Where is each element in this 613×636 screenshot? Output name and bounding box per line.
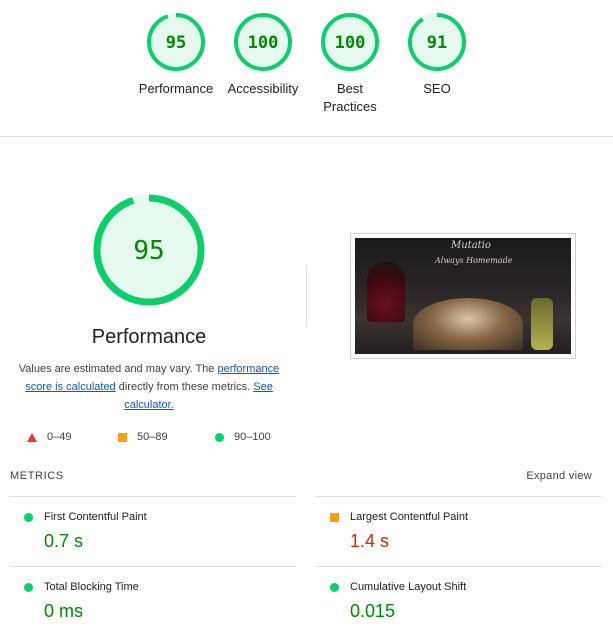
expand-view-button[interactable]: Expand view <box>526 470 592 482</box>
gauge-ring: 95 <box>147 13 205 71</box>
metric-fcp: First Contentful Paint 0.7 s <box>10 496 296 566</box>
circle-icon <box>215 432 224 442</box>
gauge-ring: 100 <box>234 13 292 71</box>
metrics-header: METRICS <box>10 470 64 482</box>
metric-cls: Cumulative Layout Shift 0.015 <box>316 566 602 636</box>
circle-icon <box>24 513 33 522</box>
screenshot-image: Mutatio Always Homemade <box>355 238 571 354</box>
score-summary: 95 Performance 100 Accessibility 100 Bes… <box>0 0 613 137</box>
triangle-icon <box>27 432 37 442</box>
page-screenshot[interactable]: Mutatio Always Homemade <box>350 233 576 359</box>
metric-value: 0.015 <box>350 601 396 621</box>
bottle-shape <box>531 298 553 350</box>
gauge-ring: 100 <box>321 13 379 71</box>
legend-range: 90–100 <box>234 431 271 443</box>
performance-gauge: 95 <box>93 194 205 306</box>
metric-value: 0 ms <box>44 601 84 621</box>
gauge-label: Performance <box>138 81 214 96</box>
gauge-score: 100 <box>335 33 366 53</box>
gauge-score: 100 <box>248 33 279 53</box>
metric-lcp: Largest Contentful Paint 1.4 s <box>316 496 602 566</box>
performance-score: 95 <box>133 236 164 266</box>
square-icon <box>330 513 339 522</box>
dish-shape <box>413 298 523 350</box>
legend-range: 0–49 <box>47 431 72 443</box>
metric-value: 0.7 s <box>44 531 84 551</box>
gauge-score: 91 <box>427 33 447 53</box>
legend-pass: 90–100 <box>215 431 271 443</box>
gauge-seo[interactable]: 91 SEO <box>392 12 482 98</box>
note-text: Values are estimated and may vary. The <box>18 363 218 375</box>
metric-name: First Contentful Paint <box>44 511 147 523</box>
score-note: Values are estimated and may vary. The p… <box>16 360 282 414</box>
wine-glass-shape <box>367 262 405 322</box>
gauge-score: 95 <box>166 33 186 53</box>
note-text: directly from these metrics. <box>115 381 254 393</box>
circle-icon <box>24 583 33 592</box>
performance-title: Performance <box>91 326 207 348</box>
gauge-label: Best Practices <box>323 81 377 114</box>
score-legend: 0–49 50–89 90–100 <box>0 431 298 445</box>
square-icon <box>118 432 127 442</box>
gauge-best-practices[interactable]: 100 Best Practices <box>305 12 395 116</box>
metric-name: Cumulative Layout Shift <box>350 581 467 593</box>
circle-icon <box>330 583 339 592</box>
gauge-label: Accessibility <box>227 81 299 96</box>
gauge-label: SEO <box>423 81 451 96</box>
screenshot-tagline: Always Homemade <box>435 256 513 265</box>
legend-range: 50–89 <box>137 431 168 443</box>
metric-name: Total Blocking Time <box>44 581 139 593</box>
metric-value: 1.4 s <box>350 531 390 551</box>
gauge-accessibility[interactable]: 100 Accessibility <box>218 12 308 98</box>
metric-name: Largest Contentful Paint <box>350 511 469 523</box>
legend-fail: 0–49 <box>27 431 71 443</box>
legend-average: 50–89 <box>118 431 168 443</box>
metric-tbt: Total Blocking Time 0 ms <box>10 566 296 636</box>
divider <box>306 265 307 327</box>
screenshot-brand: Mutatio <box>451 240 491 251</box>
gauge-performance[interactable]: 95 Performance <box>131 12 221 98</box>
gauge-ring: 91 <box>408 13 466 71</box>
